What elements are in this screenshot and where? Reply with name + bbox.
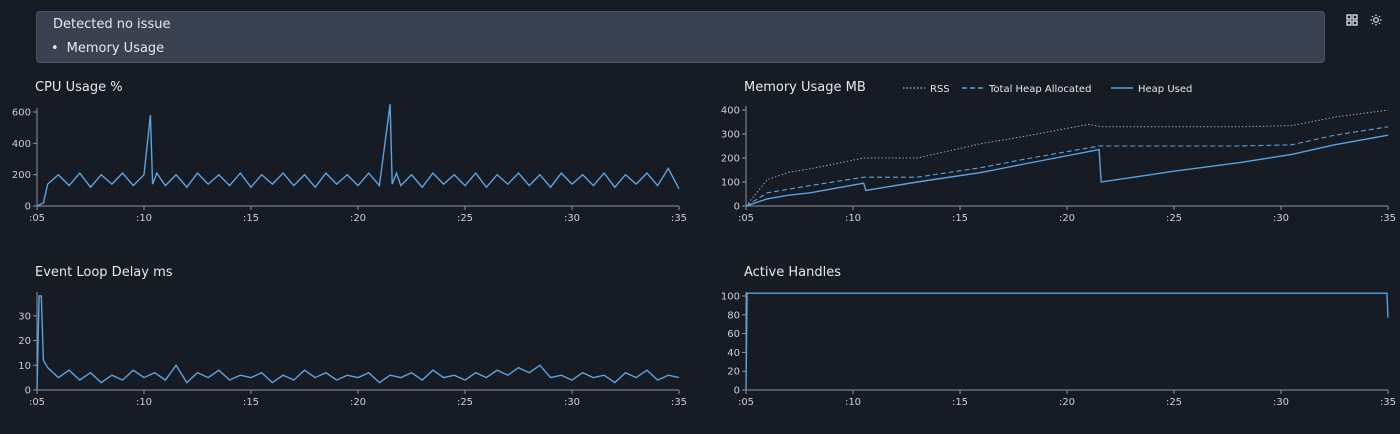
x-tick-label: :05: [29, 213, 45, 224]
x-tick-label: :15: [952, 397, 968, 408]
x-tick-label: :15: [243, 213, 259, 224]
x-tick-label: :20: [350, 397, 366, 408]
x-tick-label: :30: [564, 213, 580, 224]
y-tick-label: 0: [25, 202, 31, 213]
memory-legend: RSS Total Heap Allocated Heap Used: [903, 84, 1192, 95]
x-tick-label: :35: [671, 397, 687, 408]
x-tick-label: :10: [136, 213, 152, 224]
series-line-handles: [745, 292, 1389, 391]
y-tick-label: 100: [721, 292, 740, 303]
legend-label: Total Heap Allocated: [988, 84, 1091, 95]
y-tick-label: 80: [727, 310, 740, 321]
eventloop-chart: 0 10 20 30 :05 :10 :15 :20 :25 :30 :35: [18, 292, 687, 408]
x-tick-label: :05: [738, 397, 754, 408]
series-line-eventloop: [36, 295, 680, 391]
x-tick-label: :35: [671, 213, 687, 224]
series-line-cpu: [36, 104, 680, 207]
y-tick-label: 0: [734, 386, 740, 397]
y-tick-label: 200: [721, 154, 740, 165]
x-tick-label: :05: [29, 397, 45, 408]
series-line-total-heap-allocated: [745, 126, 1389, 207]
y-tick-label: 600: [12, 108, 31, 119]
charts-canvas: 0200400600:05:10:15:20:25:30:35 01002003…: [12, 84, 1396, 409]
x-tick-label: :10: [845, 213, 861, 224]
cpu-chart: 0 200 400 600 :05 :10 :15 :20 :25 :30 :35: [12, 104, 687, 224]
x-tick-label: :10: [845, 397, 861, 408]
y-tick-label: 30: [18, 311, 31, 322]
x-tick-label: :15: [952, 213, 968, 224]
series-line-rss: [745, 109, 1389, 207]
x-tick-label: :35: [1380, 213, 1396, 224]
x-tick-label: :20: [1059, 213, 1075, 224]
x-tick-label: :20: [350, 213, 366, 224]
y-tick-label: 40: [727, 348, 740, 359]
handles-chart: 0 20 40 60 80 100 :05 :10 :15 :20 :25 :30 :35: [721, 292, 1396, 409]
x-tick-label: :25: [1166, 397, 1182, 408]
x-tick-label: :25: [1166, 213, 1182, 224]
y-tick-label: 60: [727, 329, 740, 340]
y-tick-label: 0: [734, 202, 740, 213]
series-line-heap-used: [745, 134, 1389, 207]
x-tick-label: :10: [136, 397, 152, 408]
memory-chart: 0 100 200 300 400 :05 :10 :15 :20 :25 :30 :35: [721, 106, 1396, 225]
y-tick-label: 100: [721, 178, 740, 189]
y-tick-label: 400: [12, 139, 31, 150]
y-tick-label: 200: [12, 170, 31, 181]
x-tick-label: :30: [1273, 397, 1289, 408]
x-tick-label: :20: [1059, 397, 1075, 408]
legend-label: RSS: [930, 84, 950, 95]
y-tick-label: 400: [721, 106, 740, 117]
x-tick-label: :25: [457, 213, 473, 224]
x-tick-label: :05: [738, 213, 754, 224]
x-tick-label: :25: [457, 397, 473, 408]
y-tick-label: 10: [18, 361, 31, 372]
x-tick-label: :35: [1380, 397, 1396, 408]
y-tick-label: 20: [18, 336, 31, 347]
x-tick-label: :15: [243, 397, 259, 408]
legend-label: Heap Used: [1138, 84, 1192, 95]
y-tick-label: 300: [721, 130, 740, 141]
y-tick-label: 0: [25, 386, 31, 397]
y-tick-label: 20: [727, 367, 740, 378]
x-tick-label: :30: [564, 397, 580, 408]
x-tick-label: :30: [1273, 213, 1289, 224]
